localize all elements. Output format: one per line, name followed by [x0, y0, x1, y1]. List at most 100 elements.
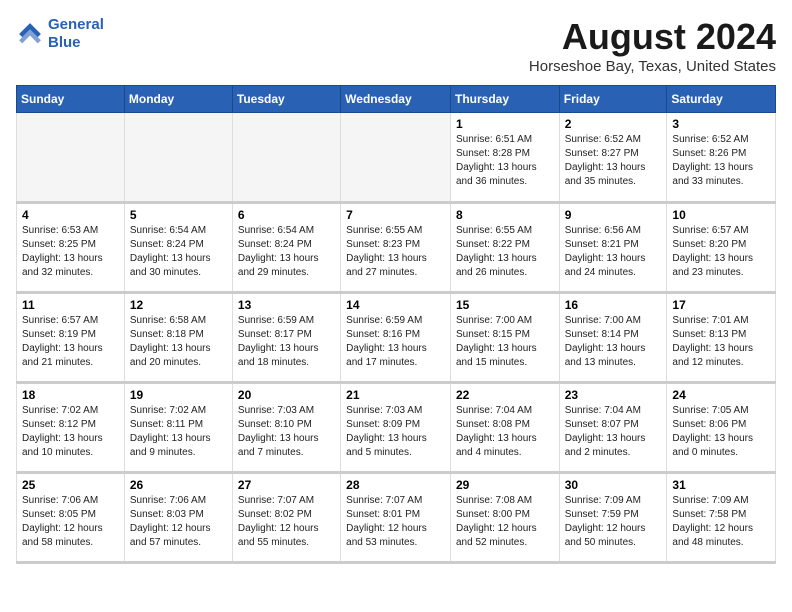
day-info: Sunrise: 6:55 AMSunset: 8:22 PMDaylight:…: [456, 224, 554, 280]
logo-icon: [16, 20, 44, 48]
day-info: Sunrise: 6:57 AMSunset: 8:20 PMDaylight:…: [672, 224, 770, 280]
cell-3-1: 19 Sunrise: 7:02 AMSunset: 8:11 PMDayligh…: [124, 383, 232, 473]
header-sunday: Sunday: [17, 86, 125, 113]
day-info: Sunrise: 7:02 AMSunset: 8:11 PMDaylight:…: [130, 404, 227, 460]
cell-4-3: 28Sunrise: 7:07 AMSunset: 8:01 PMDayligh…: [341, 473, 451, 563]
logo: General Blue: [16, 16, 104, 52]
cell-1-0: 4 Sunrise: 6:53 AMSunset: 8:25 PMDaylight…: [17, 203, 125, 293]
day-number: 23: [565, 388, 662, 402]
cell-2-5: 16Sunrise: 7:00 AMSunset: 8:14 PMDayligh…: [559, 293, 667, 383]
cell-3-6: 24 Sunrise: 7:05 AMSunset: 8:06 PMDayligh…: [667, 383, 776, 473]
day-number: 27: [238, 478, 335, 492]
week-row-2: 4 Sunrise: 6:53 AMSunset: 8:25 PMDaylight…: [17, 203, 776, 293]
week-row-4: 18Sunrise: 7:02 AMSunset: 8:12 PMDayligh…: [17, 383, 776, 473]
day-number: 28: [346, 478, 445, 492]
day-info: Sunrise: 6:55 AMSunset: 8:23 PMDaylight:…: [346, 224, 445, 280]
calendar-header-row: SundayMondayTuesdayWednesdayThursdayFrid…: [17, 86, 776, 113]
cell-2-2: 13Sunrise: 6:59 AMSunset: 8:17 PMDayligh…: [232, 293, 340, 383]
cell-3-4: 22 Sunrise: 7:04 AMSunset: 8:08 PMDayligh…: [450, 383, 559, 473]
header-wednesday: Wednesday: [341, 86, 451, 113]
day-info: Sunrise: 6:53 AMSunset: 8:25 PMDaylight:…: [22, 224, 119, 280]
day-info: Sunrise: 6:57 AMSunset: 8:19 PMDaylight:…: [22, 314, 119, 370]
cell-4-5: 30Sunrise: 7:09 AMSunset: 7:59 PMDayligh…: [559, 473, 667, 563]
day-info: Sunrise: 6:56 AMSunset: 8:21 PMDaylight:…: [565, 224, 662, 280]
cell-0-3: [341, 113, 451, 203]
cell-1-5: 9 Sunrise: 6:56 AMSunset: 8:21 PMDaylight…: [559, 203, 667, 293]
cell-4-1: 26Sunrise: 7:06 AMSunset: 8:03 PMDayligh…: [124, 473, 232, 563]
day-number: 7: [346, 208, 445, 222]
cell-0-1: [124, 113, 232, 203]
day-number: 21: [346, 388, 445, 402]
day-info: Sunrise: 7:07 AMSunset: 8:02 PMDaylight:…: [238, 494, 335, 550]
cell-0-0: [17, 113, 125, 203]
cell-1-1: 5 Sunrise: 6:54 AMSunset: 8:24 PMDaylight…: [124, 203, 232, 293]
day-number: 25: [22, 478, 119, 492]
week-row-1: 1 Sunrise: 6:51 AMSunset: 8:28 PMDaylight…: [17, 113, 776, 203]
day-number: 29: [456, 478, 554, 492]
cell-1-2: 6Sunrise: 6:54 AMSunset: 8:24 PMDaylight…: [232, 203, 340, 293]
day-info: Sunrise: 6:51 AMSunset: 8:28 PMDaylight:…: [456, 133, 554, 189]
day-info: Sunrise: 6:52 AMSunset: 8:26 PMDaylight:…: [672, 133, 770, 189]
logo-line2: Blue: [48, 34, 81, 51]
cell-2-3: 14 Sunrise: 6:59 AMSunset: 8:16 PMDayligh…: [341, 293, 451, 383]
day-number: 9: [565, 208, 662, 222]
day-info: Sunrise: 6:59 AMSunset: 8:16 PMDaylight:…: [346, 314, 445, 370]
day-number: 19: [130, 388, 227, 402]
day-info: Sunrise: 7:05 AMSunset: 8:06 PMDaylight:…: [672, 404, 770, 460]
cell-3-0: 18Sunrise: 7:02 AMSunset: 8:12 PMDayligh…: [17, 383, 125, 473]
cell-3-5: 23 Sunrise: 7:04 AMSunset: 8:07 PMDayligh…: [559, 383, 667, 473]
day-number: 31: [672, 478, 770, 492]
day-info: Sunrise: 7:03 AMSunset: 8:09 PMDaylight:…: [346, 404, 445, 460]
day-number: 17: [672, 298, 770, 312]
day-number: 14: [346, 298, 445, 312]
day-number: 24: [672, 388, 770, 402]
cell-0-5: 2Sunrise: 6:52 AMSunset: 8:27 PMDaylight…: [559, 113, 667, 203]
header-friday: Friday: [559, 86, 667, 113]
day-number: 8: [456, 208, 554, 222]
day-info: Sunrise: 7:02 AMSunset: 8:12 PMDaylight:…: [22, 404, 119, 460]
cell-4-2: 27 Sunrise: 7:07 AMSunset: 8:02 PMDayligh…: [232, 473, 340, 563]
cell-2-0: 11 Sunrise: 6:57 AMSunset: 8:19 PMDayligh…: [17, 293, 125, 383]
day-number: 6: [238, 208, 335, 222]
day-info: Sunrise: 7:04 AMSunset: 8:08 PMDaylight:…: [456, 404, 554, 460]
cell-4-4: 29Sunrise: 7:08 AMSunset: 8:00 PMDayligh…: [450, 473, 559, 563]
day-info: Sunrise: 6:54 AMSunset: 8:24 PMDaylight:…: [130, 224, 227, 280]
day-number: 22: [456, 388, 554, 402]
cell-2-6: 17 Sunrise: 7:01 AMSunset: 8:13 PMDayligh…: [667, 293, 776, 383]
week-row-3: 11 Sunrise: 6:57 AMSunset: 8:19 PMDayligh…: [17, 293, 776, 383]
day-number: 1: [456, 117, 554, 131]
day-info: Sunrise: 7:00 AMSunset: 8:14 PMDaylight:…: [565, 314, 662, 370]
day-number: 3: [672, 117, 770, 131]
page-title: August 2024: [529, 16, 776, 58]
day-number: 15: [456, 298, 554, 312]
day-info: Sunrise: 6:59 AMSunset: 8:17 PMDaylight:…: [238, 314, 335, 370]
cell-0-6: 3 Sunrise: 6:52 AMSunset: 8:26 PMDaylight…: [667, 113, 776, 203]
cell-3-3: 21 Sunrise: 7:03 AMSunset: 8:09 PMDayligh…: [341, 383, 451, 473]
header-tuesday: Tuesday: [232, 86, 340, 113]
day-info: Sunrise: 6:58 AMSunset: 8:18 PMDaylight:…: [130, 314, 227, 370]
page-subtitle: Horseshoe Bay, Texas, United States: [529, 58, 776, 75]
page-header: General Blue August 2024 Horseshoe Bay, …: [16, 16, 776, 75]
cell-1-4: 8 Sunrise: 6:55 AMSunset: 8:22 PMDaylight…: [450, 203, 559, 293]
calendar-table: SundayMondayTuesdayWednesdayThursdayFrid…: [16, 85, 776, 564]
day-info: Sunrise: 7:06 AMSunset: 8:03 PMDaylight:…: [130, 494, 227, 550]
day-info: Sunrise: 7:09 AMSunset: 7:59 PMDaylight:…: [565, 494, 662, 550]
header-saturday: Saturday: [667, 86, 776, 113]
day-number: 5: [130, 208, 227, 222]
title-block: August 2024 Horseshoe Bay, Texas, United…: [529, 16, 776, 75]
day-number: 20: [238, 388, 335, 402]
cell-4-6: 31 Sunrise: 7:09 AMSunset: 7:58 PMDayligh…: [667, 473, 776, 563]
day-info: Sunrise: 7:09 AMSunset: 7:58 PMDaylight:…: [672, 494, 770, 550]
day-number: 11: [22, 298, 119, 312]
logo-line1: General: [48, 16, 104, 33]
day-number: 4: [22, 208, 119, 222]
cell-1-6: 10Sunrise: 6:57 AMSunset: 8:20 PMDayligh…: [667, 203, 776, 293]
logo-text: General Blue: [48, 16, 104, 52]
day-info: Sunrise: 7:00 AMSunset: 8:15 PMDaylight:…: [456, 314, 554, 370]
day-number: 2: [565, 117, 662, 131]
day-number: 12: [130, 298, 227, 312]
cell-3-2: 20Sunrise: 7:03 AMSunset: 8:10 PMDayligh…: [232, 383, 340, 473]
day-info: Sunrise: 7:01 AMSunset: 8:13 PMDaylight:…: [672, 314, 770, 370]
day-info: Sunrise: 7:04 AMSunset: 8:07 PMDaylight:…: [565, 404, 662, 460]
cell-2-4: 15 Sunrise: 7:00 AMSunset: 8:15 PMDayligh…: [450, 293, 559, 383]
